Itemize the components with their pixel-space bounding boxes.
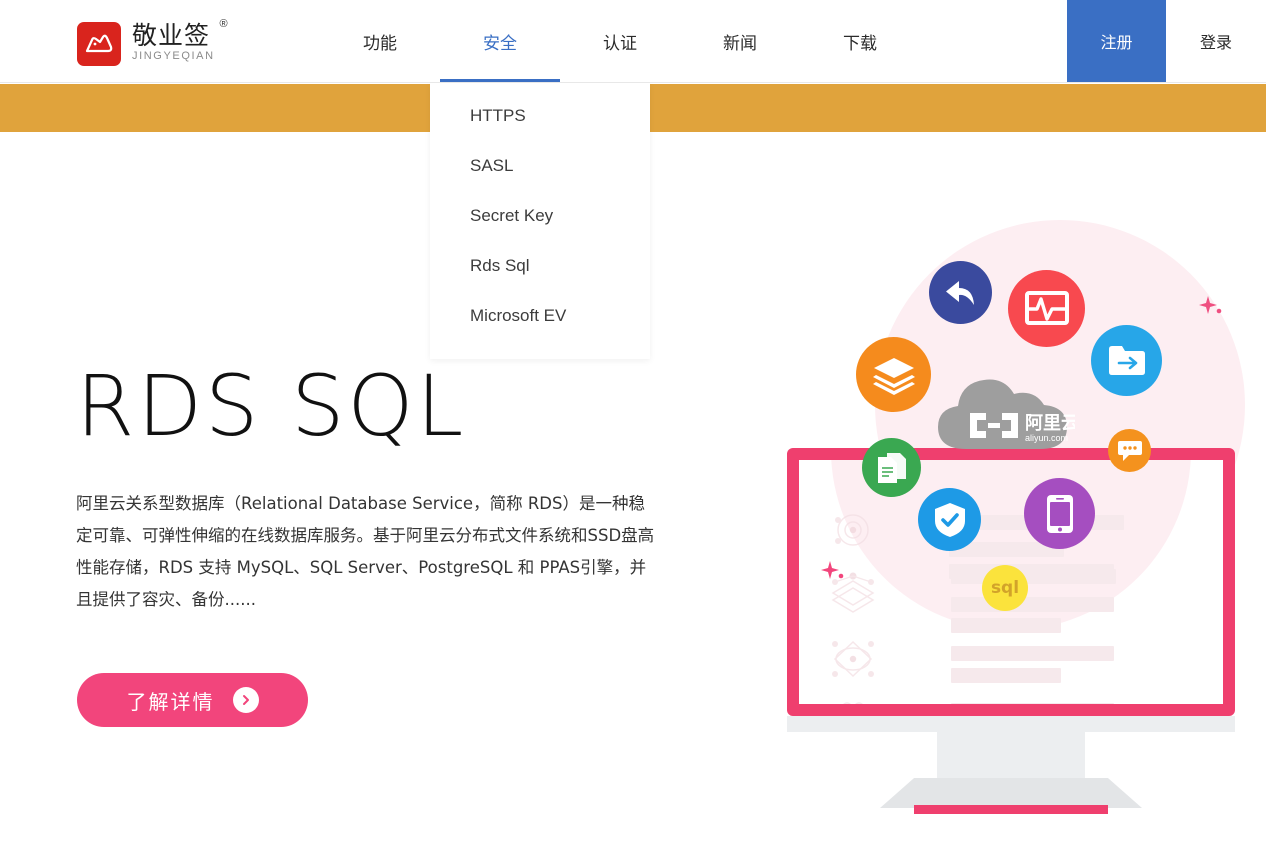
chat-bubble-icon [1108,429,1151,472]
dropdown-item-microsoft-ev[interactable]: Microsoft EV [430,291,650,341]
folder-export-icon [1091,325,1162,396]
mobile-phone-icon [1024,478,1095,549]
aliyun-cloud-logo-icon: 阿里云 aliyun.com [930,365,1079,457]
learn-more-label: 了解详情 [126,689,215,714]
login-button[interactable]: 登录 [1166,0,1266,82]
monitor-pulse-icon [1008,270,1085,347]
hero-illustration: 阿里云 aliyun.com sql [760,200,1266,854]
cylinder-pair-glyph-icon [831,700,875,704]
dropdown-item-https[interactable]: HTTPS [430,91,650,141]
logo-mark-icon [77,22,121,66]
dropdown-item-secret-key[interactable]: Secret Key [430,191,650,241]
page-title: RDS SQL [76,357,467,455]
layers-stack-icon [856,337,931,412]
documents-copy-icon [862,438,921,497]
site-header: 敬业签 ® JINGYEQIAN 功能 安全 认证 新闻 下载 注册 登录 [0,0,1266,83]
brand-logo[interactable]: 敬业签 ® JINGYEQIAN [77,18,228,66]
network-mesh-glyph-icon [829,636,877,687]
monitor-stand-neck [937,716,1085,780]
dropdown-item-rds-sql[interactable]: Rds Sql [430,241,650,291]
content-bar [951,703,1114,704]
content-bar [951,569,1116,584]
security-dropdown-menu: HTTPS SASL Secret Key Rds Sql Microsoft … [430,83,650,359]
nav-item-certification[interactable]: 认证 [560,0,680,82]
auth-actions: 注册 登录 [1067,0,1266,82]
shield-check-icon [918,488,981,551]
sparkle-icon [1198,295,1226,328]
nav-item-download[interactable]: 下载 [800,0,920,82]
nav-item-features[interactable]: 功能 [320,0,440,82]
content-bar [951,618,1061,633]
brand-name-cn: 敬业签 [132,21,211,50]
learn-more-button[interactable]: 了解详情 [77,673,308,727]
sparkle-icon [820,560,848,593]
brand-name-en: JINGYEQIAN [132,50,215,62]
content-bar [1091,515,1124,530]
nav-item-news[interactable]: 新闻 [680,0,800,82]
atom-glyph-icon [831,508,875,557]
content-bar [951,668,1061,683]
monitor-stand-foot [914,805,1108,814]
brand-logo-text: 敬业签 ® JINGYEQIAN [132,18,228,62]
sql-badge-icon: sql [982,565,1028,611]
reply-arrow-icon [929,261,992,324]
primary-nav: 功能 安全 认证 新闻 下载 [320,0,920,82]
hero-description: 阿里云关系型数据库（Relational Database Service，简称… [76,494,655,609]
monitor-stand-base [880,778,1142,808]
page-root: 敬业签 ® JINGYEQIAN 功能 安全 认证 新闻 下载 注册 登录 HT… [0,0,1266,854]
register-button[interactable]: 注册 [1067,0,1166,82]
nav-item-security[interactable]: 安全 [440,0,560,82]
content-bar [951,597,1114,612]
svg-text:阿里云: 阿里云 [1025,413,1075,434]
registered-mark: ® [219,18,228,30]
chevron-right-circle-icon [232,687,259,713]
content-bar [951,646,1114,661]
dropdown-item-sasl[interactable]: SASL [430,141,650,191]
svg-text:aliyun.com: aliyun.com [1025,433,1068,443]
